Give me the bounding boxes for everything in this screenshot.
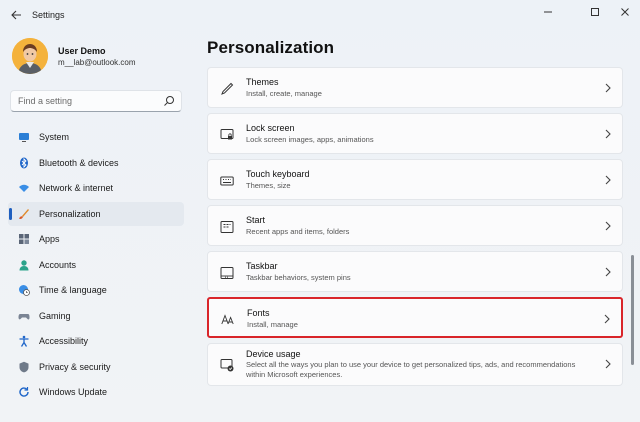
maximize-button[interactable]: [582, 4, 608, 20]
device-usage-card[interactable]: Device usage Select all the ways you pla…: [207, 343, 623, 386]
close-button[interactable]: [612, 4, 638, 20]
card-subtitle: Select all the ways you plan to use your…: [246, 360, 576, 379]
sidebar-item-personalization[interactable]: Personalization: [8, 201, 184, 226]
taskbar-icon: [220, 267, 234, 279]
fonts-icon: [221, 314, 234, 325]
chevron-right-icon: [605, 221, 611, 231]
chevron-right-icon: [605, 267, 611, 277]
vertical-scrollbar[interactable]: [631, 255, 634, 365]
sidebar-item-label: Accounts: [39, 259, 77, 270]
chevron-right-icon: [605, 359, 611, 369]
person-icon: [18, 259, 30, 271]
page-title: Personalization: [207, 38, 335, 57]
themes-card[interactable]: Themes Install, create, manage: [207, 67, 623, 108]
card-subtitle: Install, manage: [247, 320, 298, 329]
back-button[interactable]: [8, 8, 24, 22]
update-icon: [18, 386, 30, 398]
card-title: Device usage: [246, 349, 301, 359]
arrow-left-icon: [10, 10, 21, 20]
sidebar-item-privacy[interactable]: Privacy & security: [8, 355, 184, 379]
taskbar-card[interactable]: Taskbar Taskbar behaviors, system pins: [207, 251, 623, 292]
sidebar-item-apps[interactable]: Apps: [8, 227, 184, 251]
brush-icon: [18, 208, 30, 220]
pen-icon: [221, 82, 234, 95]
chevron-right-icon: [605, 83, 611, 93]
card-subtitle: Recent apps and items, folders: [246, 227, 350, 236]
globe-clock-icon: [18, 284, 30, 296]
sidebar-item-accounts[interactable]: Accounts: [8, 253, 184, 277]
sidebar-item-gaming[interactable]: Gaming: [8, 304, 184, 328]
sidebar-item-label: Privacy & security: [39, 361, 111, 372]
keyboard-icon: [220, 176, 234, 186]
card-title: Lock screen: [246, 123, 295, 133]
sidebar-item-label: Time & language: [39, 285, 107, 295]
sidebar-item-label: Personalization: [39, 208, 101, 219]
card-title: Touch keyboard: [246, 169, 310, 179]
search-input[interactable]: [18, 92, 158, 110]
title-bar: Settings: [0, 0, 640, 30]
start-icon: [220, 221, 234, 233]
sidebar-item-label: Windows Update: [39, 387, 108, 397]
maximize-icon: [591, 8, 599, 16]
sidebar-item-label: Apps: [39, 234, 60, 244]
card-subtitle: Install, create, manage: [246, 89, 322, 98]
sidebar-item-label: System: [39, 132, 70, 142]
shield-icon: [18, 361, 30, 373]
card-title: Fonts: [247, 308, 270, 318]
chevron-right-icon: [605, 175, 611, 185]
close-icon: [621, 8, 629, 16]
wifi-icon: [18, 182, 30, 194]
sidebar-item-system[interactable]: System: [8, 125, 184, 149]
sidebar-item-network[interactable]: Network & internet: [8, 176, 184, 200]
device-usage-icon: [220, 359, 234, 372]
sidebar-nav: System Bluetooth & devices Network & int…: [8, 125, 184, 406]
avatar-image: [12, 38, 48, 74]
card-title: Start: [246, 215, 266, 225]
start-card[interactable]: Start Recent apps and items, folders: [207, 205, 623, 246]
bluetooth-icon: [18, 157, 30, 169]
accessibility-icon: [18, 335, 30, 347]
user-name: User Demo: [58, 46, 106, 56]
search-box[interactable]: [10, 90, 182, 112]
chevron-right-icon: [605, 129, 611, 139]
apps-icon: [18, 233, 30, 245]
fonts-card[interactable]: Fonts Install, manage: [207, 297, 623, 338]
gamepad-icon: [18, 310, 30, 322]
card-subtitle: Themes, size: [246, 181, 291, 190]
card-title: Themes: [246, 77, 279, 87]
avatar: [12, 38, 48, 74]
sidebar-item-label: Network & internet: [39, 183, 114, 193]
search-icon[interactable]: [163, 95, 175, 107]
app-title: Settings: [32, 10, 65, 20]
sidebar-item-time-language[interactable]: Time & language: [8, 278, 184, 302]
monitor-icon: [18, 131, 30, 143]
card-subtitle: Taskbar behaviors, system pins: [246, 273, 351, 282]
minimize-icon: [544, 11, 552, 13]
user-email: m__lab@outlook.com: [58, 58, 136, 67]
sidebar-item-label: Gaming: [39, 310, 71, 321]
lock-screen-card[interactable]: Lock screen Lock screen images, apps, an…: [207, 113, 623, 154]
settings-window: Settings User Demo m__lab@outlook.com Fi…: [0, 0, 640, 422]
chevron-right-icon: [604, 314, 610, 324]
lock-screen-icon: [220, 129, 234, 140]
settings-list: Themes Install, create, manage Lock scre…: [207, 67, 623, 391]
user-profile[interactable]: User Demo m__lab@outlook.com: [12, 38, 192, 78]
card-title: Taskbar: [246, 261, 278, 271]
minimize-button[interactable]: [535, 4, 561, 20]
sidebar-item-label: Accessibility: [39, 336, 89, 346]
sidebar-item-bluetooth[interactable]: Bluetooth & devices: [8, 151, 184, 175]
sidebar-item-windows-update[interactable]: Windows Update: [8, 380, 184, 404]
touch-keyboard-card[interactable]: Touch keyboard Themes, size: [207, 159, 623, 200]
sidebar-item-label: Bluetooth & devices: [39, 157, 119, 168]
sidebar-item-accessibility[interactable]: Accessibility: [8, 329, 184, 353]
card-subtitle: Lock screen images, apps, animations: [246, 135, 374, 144]
